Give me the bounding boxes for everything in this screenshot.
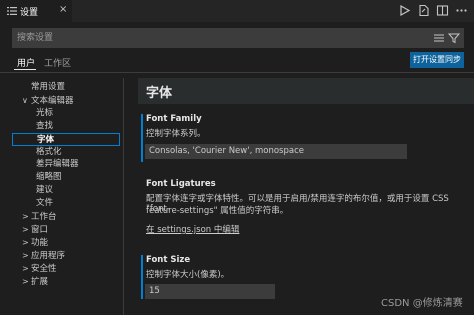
settings-search-box [12,28,464,48]
setting-description: 控制字体系列。 [146,129,206,139]
focus-indicator [141,114,143,162]
toc-item[interactable]: > 安全性 [22,262,57,275]
setting-title: Font Size [146,255,191,265]
toc-item[interactable]: > 功能 [22,236,48,249]
toc-item[interactable]: > 扩展 [22,275,48,288]
toc-item-label: 建议 [36,185,54,196]
tab-label: 设置 [20,8,39,18]
toc-item[interactable]: 常用设置 [22,81,65,94]
split-editor-icon[interactable] [436,4,449,17]
settings-sync-button[interactable]: 打开设置同步 [410,52,464,68]
toc-item[interactable]: > 窗口 [22,223,48,236]
filter-icon[interactable] [448,32,460,44]
focus-indicator [141,255,143,299]
close-icon[interactable]: × [59,5,67,15]
toc-item-label: 功能 [31,237,49,248]
settings-list-icon [7,7,17,15]
setting-description: feature-settings" 属性值的字符串。 [146,206,289,216]
setting-description: 控制字体大小(像素)。 [146,270,230,280]
chevron-right-icon: > [22,276,29,286]
more-icon[interactable] [455,4,468,17]
toc-item[interactable]: 格式化 [36,146,62,159]
editor-actions [398,4,468,17]
toc-item-label: 差异编辑器 [36,159,79,170]
toc-item[interactable]: > 工作台 [22,210,57,223]
toc-item-label: 常用设置 [31,82,66,92]
chevron-right-icon: > [22,212,29,221]
chevron-right-icon: > [22,250,29,260]
divider [0,72,474,73]
toc-item-label: 扩展 [31,276,49,287]
tab-user[interactable]: 用户 [17,56,35,69]
toc-item[interactable]: 建议 [36,184,53,197]
watermark: CSDN @修炼清赛 [381,298,463,309]
toc-item[interactable]: 查找 [36,120,53,133]
chevron-right-icon: > [22,263,29,273]
search-actions [433,32,460,44]
toc-item[interactable]: 字体 [12,132,120,146]
toc-item[interactable]: ∨ 文本编辑器 [22,94,74,107]
font-family-input[interactable]: Consolas, 'Courier New', monospace [145,144,407,159]
active-scope-indicator [14,69,36,70]
search-input[interactable] [17,29,417,47]
toc-item-label: 文本编辑器 [31,95,74,106]
setting-title: Font Ligatures [146,179,216,189]
edit-in-settings-json-link[interactable]: 在 settings.json 中编辑 [146,223,239,235]
open-json-icon[interactable] [417,4,430,17]
setting-title: Font Family [146,114,202,124]
settings-tab[interactable]: 设置 × [0,0,72,22]
tab-workspace[interactable]: 工作区 [44,56,71,69]
toc-item-label: 光标 [36,107,54,118]
toc-item-label: 查找 [36,120,54,131]
chevron-right-icon: > [22,237,29,247]
section-title: 字体 [146,86,173,101]
clear-filter-icon[interactable] [433,32,445,44]
toc-item-label: 字体 [37,134,55,145]
toc-sash[interactable] [123,78,124,315]
chevron-down-icon: ∨ [22,95,28,105]
toc-item[interactable]: 光标 [36,107,53,120]
toc-item-label: 安全性 [31,263,57,274]
chevron-right-icon: > [22,224,29,234]
toc-item-label: 缩略图 [36,172,62,183]
run-icon[interactable] [398,4,411,17]
toc-item[interactable]: 文件 [36,197,53,210]
toc-item-label: 文件 [36,198,54,209]
toc-item[interactable]: > 应用程序 [22,249,65,262]
font-size-input[interactable]: 15 [145,284,275,299]
toc-item-label: 窗口 [31,224,49,235]
toc-item[interactable]: 缩略图 [36,171,62,184]
toc-item-label: 应用程序 [31,250,66,261]
toc-item-label: 格式化 [36,146,62,157]
section-header: 字体 [138,78,474,104]
toc-item-label: 工作台 [31,212,57,222]
toc-item[interactable]: 差异编辑器 [36,158,79,171]
editor-tab-bar: 设置 × [0,0,474,22]
